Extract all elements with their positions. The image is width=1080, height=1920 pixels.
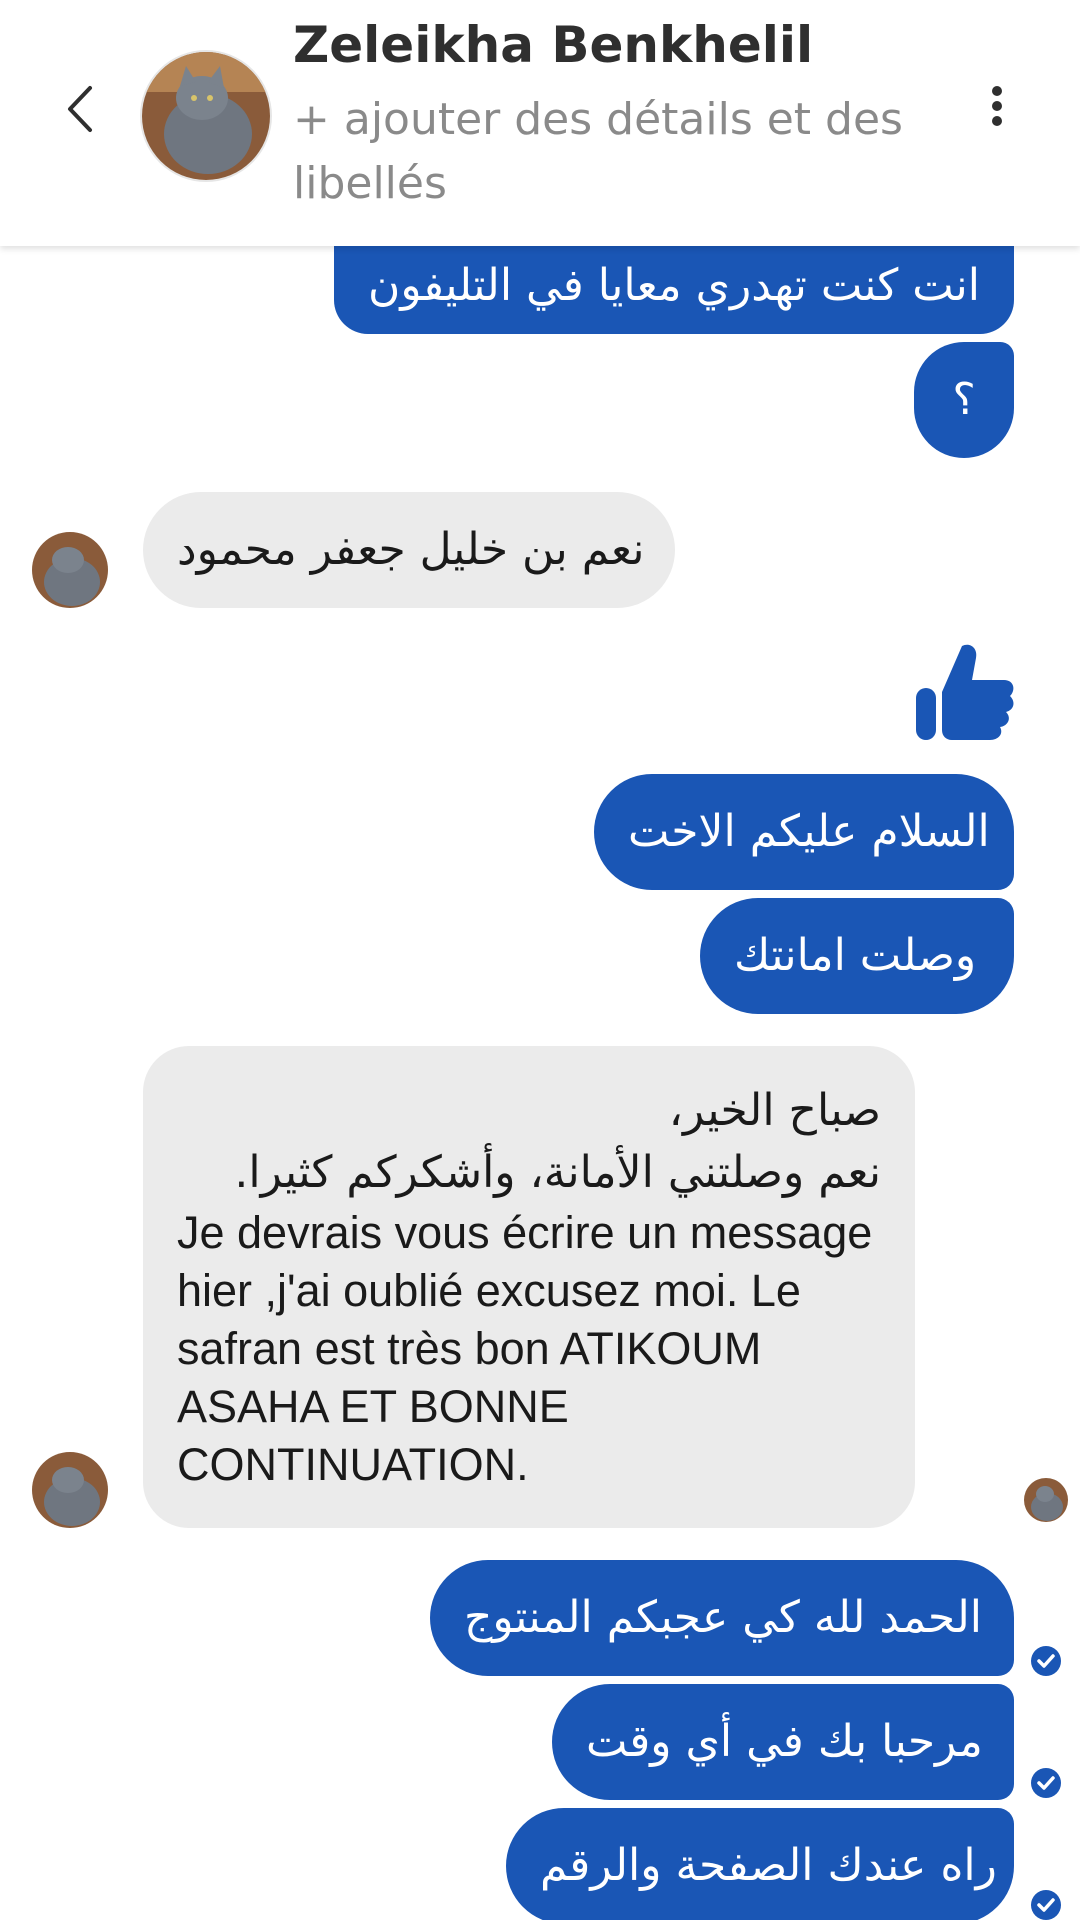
message-outgoing[interactable]: السلام عليكم الاخت xyxy=(594,774,1014,890)
chat-screen: Zeleikha Benkhelil + ajouter des détails… xyxy=(0,0,1080,1920)
contact-name[interactable]: Zeleikha Benkhelil xyxy=(293,16,813,74)
message-text: راه عندك الصفحة والرقم xyxy=(540,1840,997,1891)
chat-header: Zeleikha Benkhelil + ajouter des détails… xyxy=(0,0,1080,246)
message-incoming[interactable]: صباح الخير، نعم وصلتني الأمانة، وأشكركم … xyxy=(143,1046,915,1528)
message-text: انت كنت تهدري معايا في التليفون xyxy=(368,260,980,311)
message-incoming[interactable]: نعم بن خليل جعفر محمود xyxy=(143,492,675,608)
sender-avatar[interactable] xyxy=(32,532,108,608)
check-circle-icon xyxy=(1031,1768,1061,1798)
like-sticker[interactable] xyxy=(912,640,1016,744)
check-circle-icon xyxy=(1031,1890,1061,1920)
message-outgoing[interactable]: مرحبا بك في أي وقت xyxy=(552,1684,1014,1800)
check-circle-icon xyxy=(1031,1646,1061,1676)
chevron-left-icon xyxy=(68,86,92,132)
message-outgoing[interactable]: راه عندك الصفحة والرقم xyxy=(506,1808,1014,1920)
more-options-button[interactable] xyxy=(984,86,1010,136)
message-text: ؟ xyxy=(952,374,976,425)
contact-avatar[interactable] xyxy=(140,50,272,182)
message-text: مرحبا بك في أي وقت xyxy=(586,1716,983,1767)
add-details-link[interactable]: + ajouter des détails et des libellés xyxy=(293,88,933,216)
message-text: الحمد لله كي عجبكم المنتوج xyxy=(464,1592,982,1643)
message-outgoing[interactable]: الحمد لله كي عجبكم المنتوج xyxy=(430,1560,1014,1676)
message-text: السلام عليكم الاخت xyxy=(628,806,990,857)
sender-avatar[interactable] xyxy=(32,1452,108,1528)
message-text: نعم بن خليل جعفر محمود xyxy=(177,524,645,575)
seen-avatar xyxy=(1024,1478,1068,1522)
message-text-arabic-2: نعم وصلتني الأمانة، وأشكركم كثيرا. xyxy=(234,1147,881,1198)
back-button[interactable] xyxy=(58,78,102,140)
message-outgoing[interactable]: ؟ xyxy=(914,342,1014,458)
message-text-arabic-1: صباح الخير، xyxy=(668,1085,881,1136)
message-outgoing[interactable]: وصلت امانتك xyxy=(700,898,1014,1014)
message-text-french: Je devrais vous écrire un message hier ,… xyxy=(177,1207,873,1490)
message-text: وصلت امانتك xyxy=(734,930,977,981)
more-vertical-icon xyxy=(984,86,1010,126)
thumbs-up-icon xyxy=(916,644,1014,740)
